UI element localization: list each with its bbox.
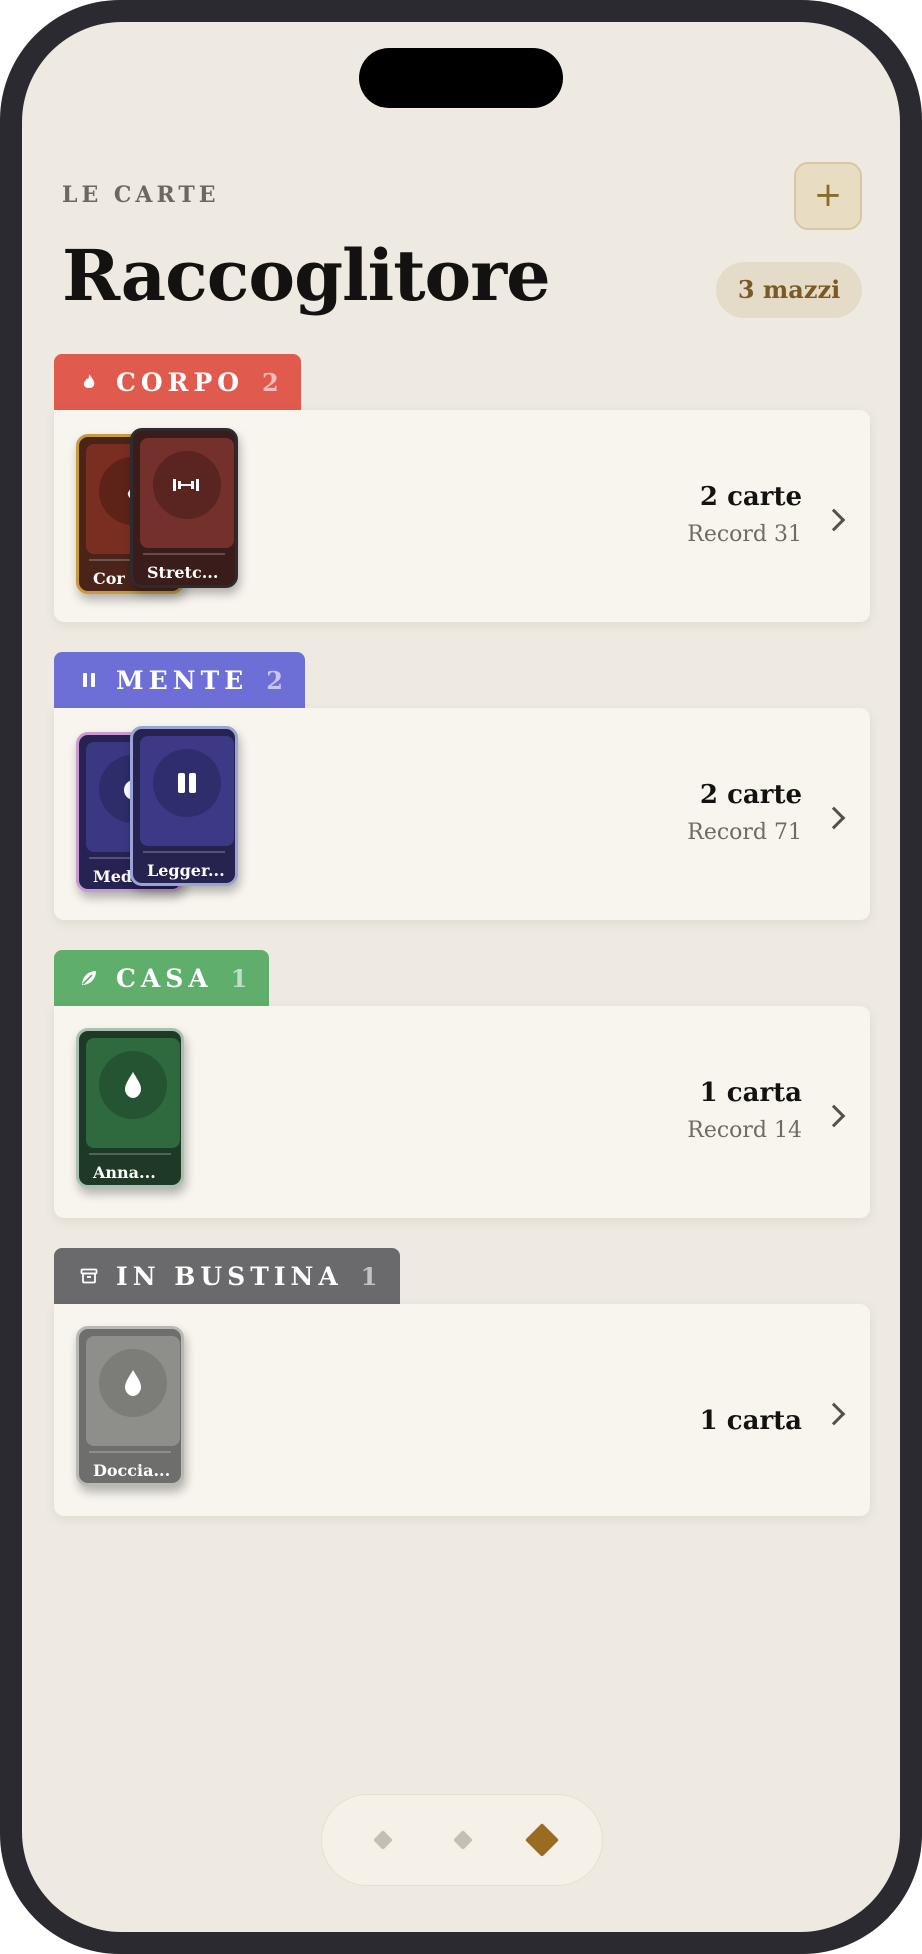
pause-icon xyxy=(178,773,196,793)
card-count: 1 carta xyxy=(699,1406,802,1436)
deck-info: 2 carte Record 71 xyxy=(687,780,802,845)
tab-label: MENTE xyxy=(116,665,249,695)
mini-card-label: Cor xyxy=(93,569,125,588)
flame-icon xyxy=(83,374,95,388)
chevron-right-icon xyxy=(822,508,846,532)
record-value: Record 71 xyxy=(687,820,802,845)
page-dot-active[interactable] xyxy=(525,1823,559,1857)
dumbbell-icon xyxy=(173,479,199,491)
deck-info: 1 carta Record 14 xyxy=(687,1078,802,1143)
page-dot[interactable] xyxy=(373,1830,393,1850)
chevron-right-icon xyxy=(822,1104,846,1128)
tab-corpo[interactable]: CORPO 2 xyxy=(54,354,301,410)
tab-count: 1 xyxy=(360,1261,378,1291)
mini-card-label: Anna... xyxy=(93,1163,156,1182)
mini-card: Legger... xyxy=(130,726,238,886)
tab-in-bustina[interactable]: IN BUSTINA 1 xyxy=(54,1248,400,1304)
archive-icon xyxy=(80,1268,98,1284)
deck-count-badge: 3 mazzi xyxy=(716,262,862,318)
leaf-icon xyxy=(82,971,96,985)
card-count: 2 carte xyxy=(699,780,802,810)
deck-info: 2 carte Record 31 xyxy=(687,482,802,547)
eyebrow-label: LE CARTE xyxy=(62,182,220,208)
phone-frame: LE CARTE Raccoglitore + 3 mazzi CORPO 2 xyxy=(0,0,922,1954)
tab-count: 2 xyxy=(266,665,283,695)
mini-card-label: Doccia... xyxy=(93,1461,171,1480)
mini-card-label: Legger... xyxy=(147,861,225,880)
tab-label: CASA xyxy=(116,963,213,993)
tab-mente[interactable]: MENTE 2 xyxy=(54,652,305,708)
chevron-right-icon xyxy=(822,1402,846,1426)
drop-icon xyxy=(125,1072,141,1098)
deck-row-casa[interactable]: Anna... 1 carta Record 14 xyxy=(54,1006,870,1218)
drop-icon xyxy=(125,1370,141,1396)
deck-row-corpo[interactable]: Cor Stretc... 2 carte Record 31 xyxy=(54,410,870,622)
mini-card: Anna... xyxy=(76,1028,184,1188)
card-count: 1 carta xyxy=(699,1078,802,1108)
mini-card-label: Med xyxy=(93,867,133,886)
tab-count: 2 xyxy=(262,367,279,397)
deck-row-mente[interactable]: Med Legger... 2 carte Record 71 xyxy=(54,708,870,920)
mini-card: Stretc... xyxy=(130,428,238,588)
dynamic-island xyxy=(359,48,563,108)
screen: LE CARTE Raccoglitore + 3 mazzi CORPO 2 xyxy=(22,22,900,1932)
card-count: 2 carte xyxy=(699,482,802,512)
chevron-right-icon xyxy=(822,806,846,830)
tab-count: 1 xyxy=(230,963,248,993)
tab-label: IN BUSTINA xyxy=(116,1261,343,1291)
mini-card: Doccia... xyxy=(76,1326,184,1486)
tab-label: CORPO xyxy=(116,367,245,397)
tab-casa[interactable]: CASA 1 xyxy=(54,950,270,1006)
deck-row-in-bustina[interactable]: Doccia... 1 carta xyxy=(54,1304,870,1516)
deck-info: 1 carta xyxy=(700,1406,802,1436)
mini-card-label: Stretc... xyxy=(147,563,219,582)
plus-icon: + xyxy=(813,175,843,215)
add-deck-button[interactable]: + xyxy=(794,162,862,230)
record-value: Record 31 xyxy=(687,522,802,547)
page-title: Raccoglitore xyxy=(62,234,551,317)
record-value: Record 14 xyxy=(687,1118,802,1143)
page-indicator xyxy=(321,1794,603,1886)
pause-icon xyxy=(83,673,95,687)
page-dot[interactable] xyxy=(453,1830,473,1850)
